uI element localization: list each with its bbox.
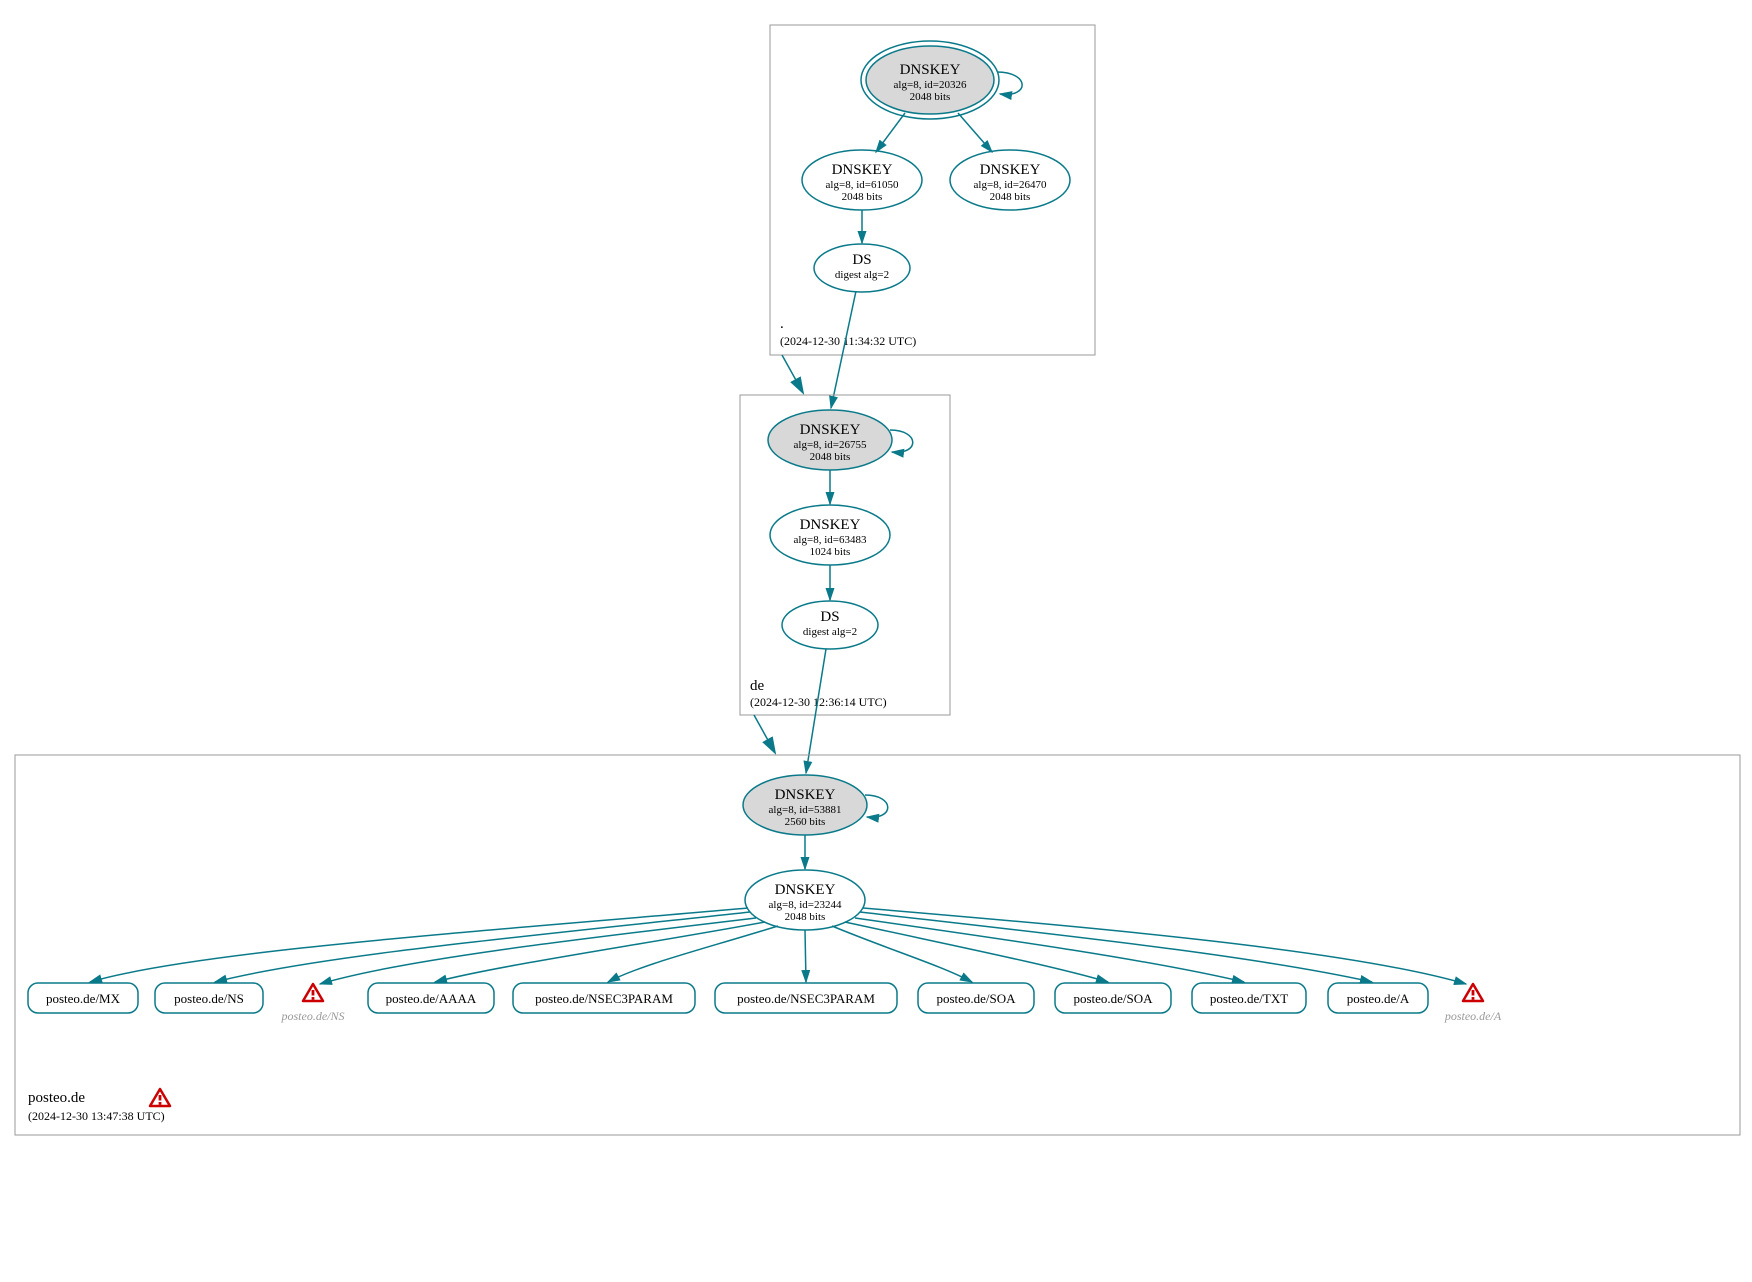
svg-text:digest alg=2: digest alg=2 [835,269,889,281]
svg-text:2048 bits: 2048 bits [990,191,1031,203]
rrset-txt[interactable]: posteo.de/TXT [1192,983,1306,1013]
zone-posteo-name: posteo.de [28,1090,85,1106]
svg-text:posteo.de/SOA: posteo.de/SOA [936,991,1016,1006]
svg-text:2560 bits: 2560 bits [785,816,826,828]
edge-rootds-deksk [831,291,856,408]
warning-icon [303,984,323,1001]
edge-self-root-ksk [997,72,1022,94]
svg-text:digest alg=2: digest alg=2 [803,626,857,638]
rrset-ns-warn[interactable]: posteo.de/NS [281,984,345,1023]
rrset-aaaa[interactable]: posteo.de/AAAA [368,983,494,1013]
svg-text:posteo.de/NSEC3PARAM: posteo.de/NSEC3PARAM [737,991,875,1006]
svg-text:posteo.de/MX: posteo.de/MX [46,991,121,1006]
svg-text:2048 bits: 2048 bits [785,911,826,923]
svg-text:2048 bits: 2048 bits [810,451,851,463]
edge-self-posteo-ksk [865,795,888,817]
svg-text:alg=8, id=53881: alg=8, id=53881 [769,804,842,816]
node-root-zsk1[interactable]: DNSKEY alg=8, id=61050 2048 bits [802,150,922,210]
svg-text:posteo.de/AAAA: posteo.de/AAAA [386,991,477,1006]
zone-posteo-time: (2024-12-30 13:47:38 UTC) [28,1109,165,1123]
svg-text:alg=8, id=26470: alg=8, id=26470 [974,179,1047,191]
svg-text:DNSKEY: DNSKEY [800,517,861,533]
svg-text:DNSKEY: DNSKEY [980,162,1041,178]
rrset-a[interactable]: posteo.de/A [1328,983,1428,1013]
svg-text:2048 bits: 2048 bits [842,191,883,203]
edge-rootksk-zsk2 [958,113,992,152]
node-de-zsk[interactable]: DNSKEY alg=8, id=63483 1024 bits [770,505,890,565]
svg-text:posteo.de/A: posteo.de/A [1444,1009,1502,1023]
warning-icon[interactable] [150,1089,170,1106]
node-posteo-ksk[interactable]: DNSKEY alg=8, id=53881 2560 bits [743,775,867,835]
node-root-ds[interactable]: DS digest alg=2 [814,244,910,292]
rrset-soa-2[interactable]: posteo.de/SOA [1055,983,1171,1013]
svg-text:1024 bits: 1024 bits [810,546,851,558]
edge-de-to-posteo-zone [754,715,774,751]
node-de-ksk[interactable]: DNSKEY alg=8, id=26755 2048 bits [768,410,892,470]
zone-de-name: de [750,678,765,694]
zone-root-time: (2024-12-30 11:34:32 UTC) [780,334,916,348]
svg-text:DNSKEY: DNSKEY [775,787,836,803]
node-posteo-zsk[interactable]: DNSKEY alg=8, id=23244 2048 bits [745,870,865,930]
zone-root-name: . [780,316,784,332]
edge-rootksk-zsk1 [876,113,905,152]
edge-self-de-ksk [890,430,913,452]
zone-root: . (2024-12-30 11:34:32 UTC) DNSKEY alg=8… [770,25,1095,355]
svg-text:DS: DS [852,252,871,268]
svg-text:alg=8, id=23244: alg=8, id=23244 [769,899,842,911]
rrset-nsec3param-1[interactable]: posteo.de/NSEC3PARAM [513,983,695,1013]
svg-text:posteo.de/A: posteo.de/A [1347,991,1410,1006]
svg-text:DNSKEY: DNSKEY [775,882,836,898]
node-de-ds[interactable]: DS digest alg=2 [782,601,878,649]
svg-text:DNSKEY: DNSKEY [800,422,861,438]
rrset-a-warn[interactable]: posteo.de/A [1444,984,1502,1023]
svg-text:posteo.de/SOA: posteo.de/SOA [1073,991,1153,1006]
svg-text:alg=8, id=61050: alg=8, id=61050 [826,179,899,191]
node-root-ksk[interactable]: DNSKEY alg=8, id=20326 2048 bits [861,41,999,119]
zone-de: de (2024-12-30 12:36:14 UTC) DNSKEY alg=… [740,395,950,715]
svg-text:posteo.de/NSEC3PARAM: posteo.de/NSEC3PARAM [535,991,673,1006]
edge-root-to-de-zone [782,355,802,391]
svg-text:DNSKEY: DNSKEY [832,162,893,178]
warning-icon [1463,984,1483,1001]
svg-text:DNSKEY: DNSKEY [900,62,961,78]
node-root-zsk2[interactable]: DNSKEY alg=8, id=26470 2048 bits [950,150,1070,210]
svg-text:posteo.de/NS: posteo.de/NS [174,991,244,1006]
rrset-mx[interactable]: posteo.de/MX [28,983,138,1013]
svg-text:posteo.de/NS: posteo.de/NS [281,1009,345,1023]
svg-text:DS: DS [820,609,839,625]
svg-text:alg=8, id=63483: alg=8, id=63483 [794,534,867,546]
rrset-soa-1[interactable]: posteo.de/SOA [918,983,1034,1013]
svg-text:2048 bits: 2048 bits [910,91,951,103]
rrset-ns[interactable]: posteo.de/NS [155,983,263,1013]
edge-deds-posteoksk [806,649,826,773]
svg-text:alg=8, id=20326: alg=8, id=20326 [894,79,967,91]
zone-posteo: posteo.de (2024-12-30 13:47:38 UTC) DNSK… [15,755,1740,1135]
rrset-nsec3param-2[interactable]: posteo.de/NSEC3PARAM [715,983,897,1013]
svg-text:posteo.de/TXT: posteo.de/TXT [1210,991,1288,1006]
svg-text:alg=8, id=26755: alg=8, id=26755 [794,439,867,451]
